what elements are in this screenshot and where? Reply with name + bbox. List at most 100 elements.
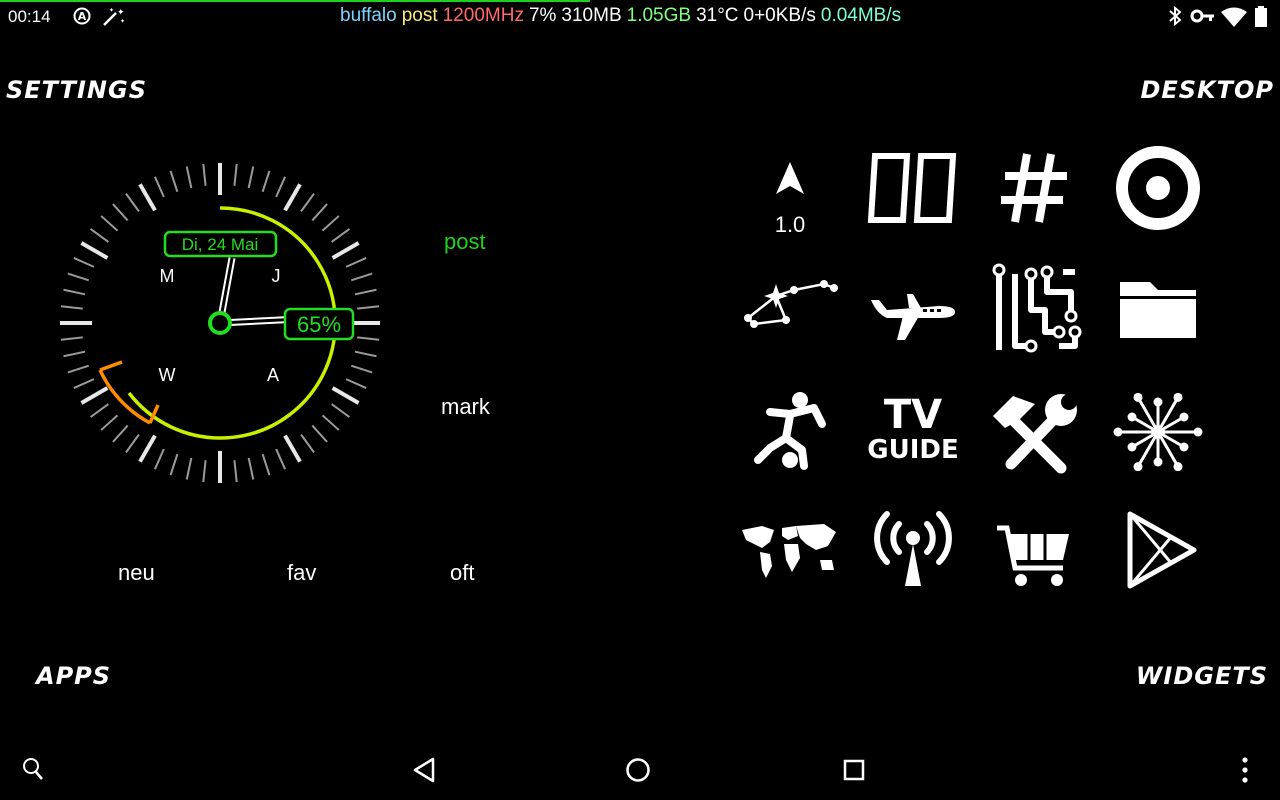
clock-center [208,311,232,335]
folder-icon[interactable] [1108,260,1208,360]
battery-icon [1254,6,1268,33]
clock-tick [331,228,351,243]
clock-tick [169,170,179,193]
stat-net-rate: 0+0KB/s [743,5,816,26]
battery-text: 65% [297,312,341,337]
svg-text:A: A [78,10,87,23]
clock-tick [100,215,119,232]
clock-tick [350,272,373,282]
status-accent-line [0,0,590,2]
clock-tick [125,434,140,454]
shortcut-fav[interactable]: fav [287,560,316,586]
wifi-icon [1220,6,1248,33]
soccer-player-icon[interactable] [740,382,840,482]
shortcut-neu[interactable]: neu [118,560,155,586]
clock-tick [185,457,193,480]
clock-tick [345,257,367,268]
clock-tick [154,176,165,198]
clock-tick [112,203,129,222]
radio-tower-icon[interactable] [863,500,963,600]
clock-tick [275,176,286,198]
back-icon[interactable] [404,750,444,790]
clock-widget[interactable]: M J W A Di, 24 Mai 65% [60,162,380,484]
clock-tick [138,183,157,212]
status-bar: 00:14 A ✦ ✦ ✦ buffalo post 1200MHz 7% 310MB 1.0… [0,0,1280,34]
clock-tick [100,414,119,431]
system-monitor: buffalo post 1200MHz 7% 310MB 1.05GB 31°C 0+0KB… [340,5,906,27]
shortcut-post[interactable]: post [444,229,486,255]
clock-tick [63,350,86,358]
airplane-icon[interactable] [863,260,963,360]
digital-clock-icon[interactable] [863,138,963,238]
constellation-icon[interactable] [740,260,840,360]
svg-text:✦: ✦ [120,18,125,25]
tv-guide-line1: TV [884,392,942,438]
world-map-icon[interactable] [740,500,840,600]
stat-host: buffalo [340,5,397,26]
circuit-icon[interactable] [985,260,1085,360]
clock-tick [321,414,340,431]
stat-temp: 31°C [696,5,739,26]
clock-tick [283,183,302,212]
stat-mem-free: 1.05GB [626,5,692,26]
tools-icon[interactable] [985,382,1085,482]
clock-tick [261,170,271,193]
clock-tick [67,272,90,282]
tv-guide-line2: GUIDE [867,435,958,465]
recents-icon[interactable] [834,750,874,790]
shopping-cart-icon[interactable] [985,500,1085,600]
clock-tick [350,364,373,374]
clock-tick [300,434,315,454]
clock-tick [311,424,328,443]
clock-tick [185,166,193,189]
settings-label[interactable]: SETTINGS [6,76,147,104]
clock-tick [112,424,129,443]
network-burst-icon[interactable] [1108,382,1208,482]
clock-tick [73,257,95,268]
clock-tick [233,163,238,186]
clock-tick [67,364,90,374]
shortcut-oft[interactable]: oft [450,560,474,586]
clock-letter-m: M [160,266,175,286]
widgets-label[interactable]: WIDGETS [1136,662,1268,690]
clock-tick [80,386,109,405]
clock-tick [311,203,328,222]
clock-tick [202,460,207,483]
apps-label[interactable]: APPS [36,662,111,690]
clock-tick [169,453,179,476]
svg-text:✦: ✦ [117,8,125,18]
compass-icon[interactable]: 1.0 [740,138,840,238]
home-icon[interactable] [618,750,658,790]
clock-tick [331,241,360,260]
clock-tick [89,228,109,243]
status-time: 00:14 [8,7,51,26]
clock-face: M J W A Di, 24 Mai 65% [60,163,380,483]
stat-net-total: 0.04MB/s [820,5,902,26]
stat-mem-used: 310MB [561,5,622,26]
key-icon [1190,6,1216,31]
overflow-menu-icon[interactable] [1230,750,1260,790]
clock-tick [63,288,86,296]
desktop-label[interactable]: DESKTOP [1140,76,1274,104]
clock-tick [331,403,351,418]
clock-tick [247,457,255,480]
clock-tick [60,305,83,310]
clock-tick [300,192,315,212]
tv-guide-icon[interactable]: TV GUIDE [863,382,963,482]
hash-icon[interactable] [985,138,1085,238]
target-icon[interactable] [1108,138,1208,238]
clock-tick [354,350,377,358]
search-icon[interactable] [16,752,50,786]
clock-tick [331,386,360,405]
clock-tick [261,453,271,476]
clock-letter-a: A [267,365,279,385]
clock-tick [73,378,95,389]
clock-tick [202,163,207,186]
play-store-icon[interactable] [1108,500,1208,600]
shortcut-mark[interactable]: mark [441,394,490,420]
stat-cpu-freq: 1200MHz [442,5,524,26]
clock-tick [138,434,157,463]
svg-text:✦: ✦ [109,7,114,14]
clock-tick [89,403,109,418]
stat-cpu-pct: 7% [528,5,557,26]
